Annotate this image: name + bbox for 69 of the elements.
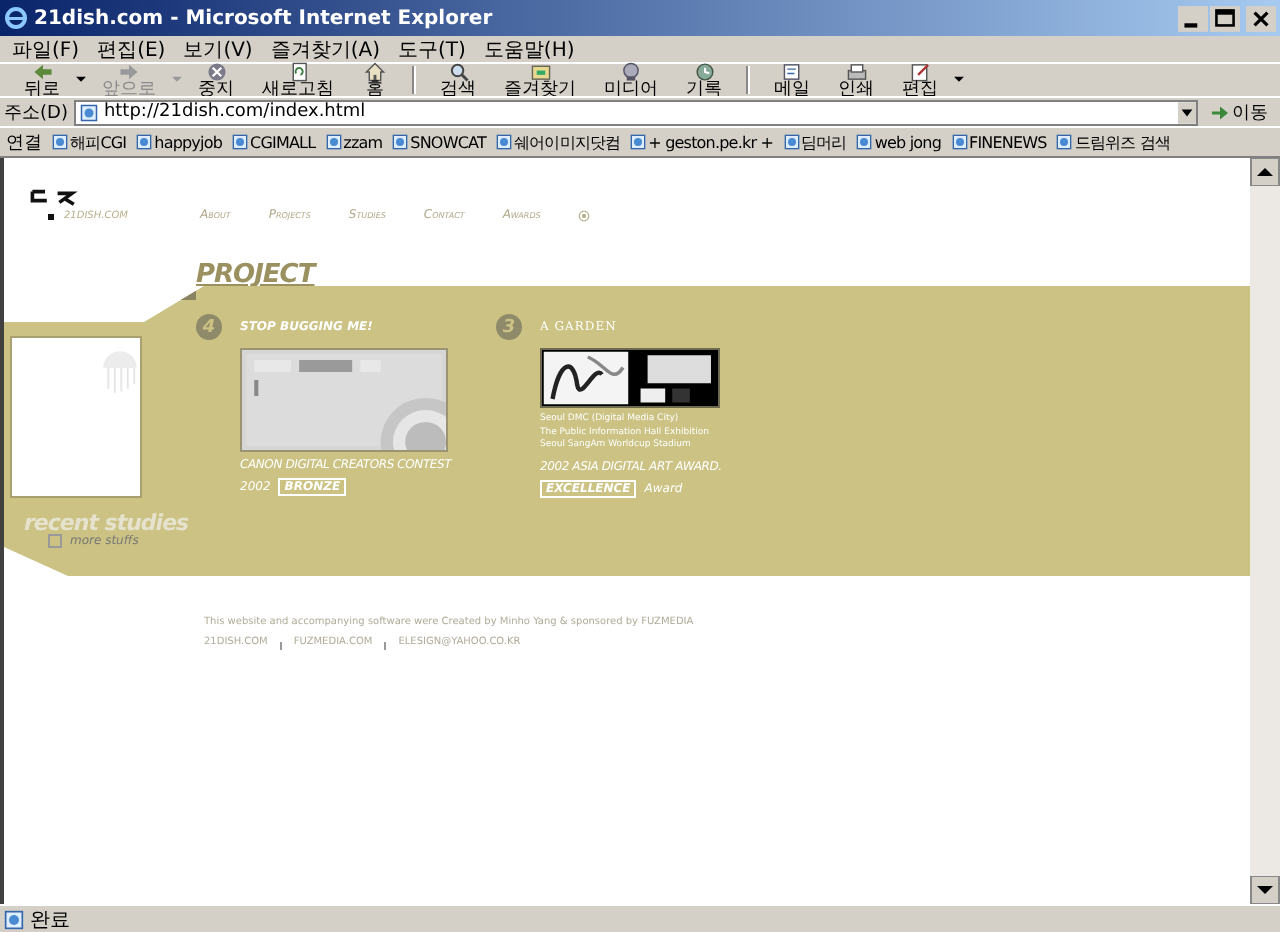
browser-icon: [4, 6, 28, 30]
link-button[interactable]: happyjob: [136, 133, 223, 151]
right-arrow-icon: [1212, 105, 1228, 119]
toolbar-button[interactable]: 홈: [350, 61, 400, 99]
menu-item[interactable]: 파일(F): [12, 35, 80, 63]
scroll-up-icon[interactable]: [1250, 158, 1280, 186]
scroll-down-icon[interactable]: [1250, 876, 1280, 904]
square-bullet-icon: [48, 213, 54, 219]
page-icon: [79, 103, 98, 121]
jellyfish-drawing: [100, 350, 140, 394]
left-arrow-icon: [29, 61, 55, 81]
logo-drawing: [28, 188, 80, 206]
menu-item[interactable]: 도구(T): [398, 35, 466, 63]
page-icon: [783, 134, 800, 150]
page-icon: [1056, 134, 1073, 150]
link-button[interactable]: 해피CGI: [52, 131, 127, 153]
page-icon: [52, 134, 68, 150]
right-arrow-icon: [116, 61, 142, 81]
page-icon: [4, 909, 24, 929]
link-button[interactable]: web jong: [856, 133, 941, 151]
minimize-button[interactable]: [1178, 5, 1208, 31]
scrollbar[interactable]: [1250, 158, 1280, 904]
toolbar-button[interactable]: 즐겨찾기: [492, 61, 588, 99]
address-label: 주소(D): [4, 101, 68, 125]
toolbar-button[interactable]: 편집: [890, 61, 950, 99]
page-icon: [232, 134, 249, 150]
link-button[interactable]: zzam: [325, 133, 383, 151]
project-number: 3: [496, 314, 522, 340]
section-title: PROJECT: [196, 262, 319, 290]
page-icon: [392, 134, 409, 150]
link-button[interactable]: + geston.pe.kr +: [630, 133, 774, 151]
link-button[interactable]: 딤머리: [783, 131, 847, 153]
window-title: 21dish.com - Microsoft Internet Explorer: [34, 7, 493, 29]
home-icon: [362, 61, 388, 81]
page-icon: [951, 134, 967, 150]
page-icon: [325, 134, 342, 150]
page-icon: [136, 134, 153, 150]
status-text: 완료: [30, 907, 70, 932]
menu-item[interactable]: 도움말(H): [483, 35, 575, 63]
toolbar-button[interactable]: 메일: [762, 61, 822, 99]
close-button[interactable]: [1246, 5, 1276, 31]
folder-icon: [527, 61, 553, 81]
toolbar-button[interactable]: 새로고침: [250, 61, 346, 99]
menu-item[interactable]: 보기(V): [183, 35, 253, 63]
page-icon: [495, 134, 512, 150]
toolbar-button[interactable]: 인쇄: [826, 61, 886, 99]
maximize-button[interactable]: [1210, 5, 1240, 31]
go-button[interactable]: 이동: [1204, 99, 1276, 125]
dropdown-arrow-icon[interactable]: [76, 76, 86, 84]
links-label: 연결: [6, 131, 42, 155]
toolbar-button[interactable]: 뒤로: [12, 61, 72, 99]
link-button[interactable]: CGIMALL: [232, 133, 316, 151]
address-field[interactable]: http://21dish.com/index.html: [73, 99, 1198, 125]
link-button[interactable]: 드림위즈 검색: [1056, 131, 1171, 153]
toolbar-button[interactable]: 기록: [674, 61, 734, 99]
toolbar-button[interactable]: 중지: [186, 61, 246, 99]
link-button[interactable]: SNOWCAT: [392, 133, 486, 151]
search-icon: [445, 61, 471, 81]
page-icon: [630, 134, 647, 150]
toolbar-button[interactable]: 검색: [428, 61, 488, 99]
dropdown-arrow-icon[interactable]: [954, 76, 964, 84]
page-icon: [856, 134, 873, 150]
menu-item[interactable]: 편집(E): [97, 35, 166, 63]
link-button[interactable]: FINENEWS: [951, 133, 1047, 151]
link-button[interactable]: 쉐어이미지닷컴: [495, 131, 621, 153]
toolbar-button[interactable]: 미디어: [592, 61, 670, 99]
menu-item[interactable]: 즐겨찾기(A): [270, 35, 380, 63]
sidebar-title: recent studies: [24, 512, 191, 534]
project-number: 4: [196, 314, 222, 340]
